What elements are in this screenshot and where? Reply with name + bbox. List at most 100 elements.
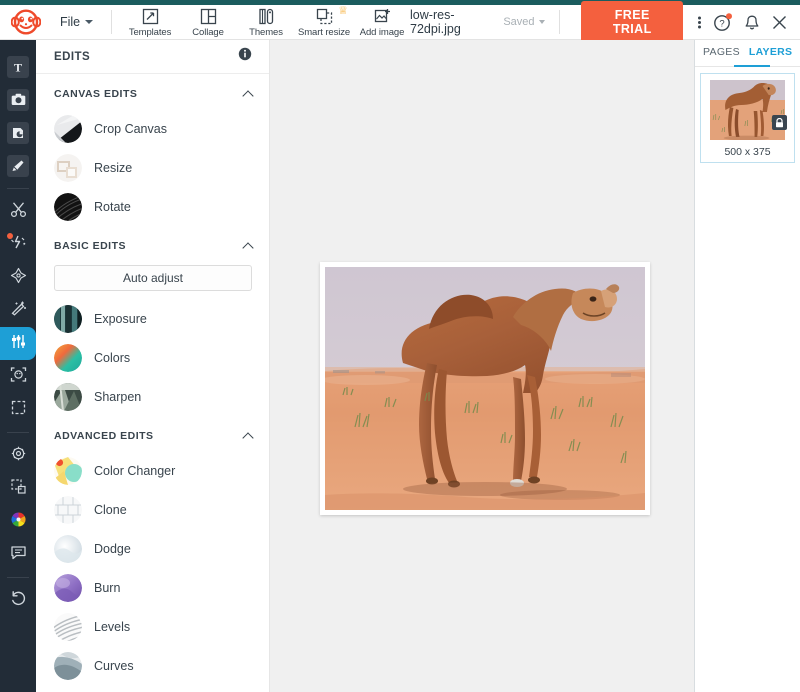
info-icon[interactable]	[238, 47, 252, 66]
templates-icon	[142, 6, 159, 25]
color-wheel-icon	[10, 511, 27, 533]
edit-item-exposure[interactable]: Exposure	[36, 299, 269, 338]
edit-item-burn[interactable]: Burn	[36, 568, 269, 607]
wand-stars-icon	[10, 300, 27, 322]
rail-item-graphics[interactable]	[0, 116, 36, 149]
layer-edge-right	[785, 80, 789, 140]
section-canvas-edits-header[interactable]: CANVAS EDITS	[36, 74, 269, 109]
edit-item-dodge[interactable]: Dodge	[36, 529, 269, 568]
clone-thumb	[54, 496, 82, 524]
smart-resize-label: Smart resize	[298, 27, 350, 38]
templates-button[interactable]: Templates	[122, 5, 178, 39]
edit-item-label: Exposure	[94, 312, 147, 326]
canvas-workspace[interactable]	[270, 40, 694, 692]
graphics-icon	[7, 122, 29, 144]
section-title: ADVANCED EDITS	[54, 430, 154, 442]
crop-canvas-thumb	[54, 115, 82, 143]
rail-item-effects[interactable]	[0, 228, 36, 261]
rail-item-face-detect[interactable]	[0, 360, 36, 393]
themes-button[interactable]: Themes	[238, 5, 294, 39]
notifications-bell-icon[interactable]	[744, 14, 760, 31]
section-advanced-edits-header[interactable]: ADVANCED EDITS	[36, 416, 269, 451]
edit-item-label: Rotate	[94, 200, 131, 214]
header-icon-group: ?	[697, 12, 788, 32]
rail-item-textures[interactable]	[0, 261, 36, 294]
rail-item-cutout[interactable]	[0, 195, 36, 228]
edit-item-rotate[interactable]: Rotate	[36, 187, 269, 226]
add-image-button[interactable]: Add image	[354, 5, 410, 39]
rail-item-edits[interactable]	[0, 327, 36, 360]
text-icon: T	[7, 56, 29, 78]
rail-item-paint[interactable]	[0, 149, 36, 182]
face-detect-icon	[10, 366, 27, 388]
add-image-label: Add image	[360, 27, 405, 38]
edit-item-label: Crop Canvas	[94, 122, 167, 136]
chevron-up-icon	[242, 432, 253, 443]
rail-separator	[7, 188, 29, 189]
colors-thumb	[54, 344, 82, 372]
file-menu-button[interactable]: File	[52, 12, 101, 32]
edit-item-resize[interactable]: Resize	[36, 148, 269, 187]
edit-item-colors[interactable]: Colors	[36, 338, 269, 377]
more-options-icon[interactable]	[697, 14, 702, 31]
edit-item-levels[interactable]: Levels	[36, 607, 269, 646]
collage-icon	[200, 6, 217, 25]
rail-item-transform[interactable]	[0, 472, 36, 505]
edit-item-label: Sharpen	[94, 390, 141, 404]
curves-thumb	[54, 652, 82, 680]
lock-icon[interactable]	[772, 115, 787, 130]
tab-pages[interactable]: PAGES	[703, 46, 740, 60]
page-title: EDITS	[54, 51, 90, 63]
picmonkey-editor-window: File Templates	[0, 0, 800, 692]
rail-item-comments[interactable]	[0, 538, 36, 571]
rail-item-touch-up[interactable]	[0, 294, 36, 327]
help-icon[interactable]: ?	[713, 12, 733, 32]
rail-item-color-wheel[interactable]	[0, 505, 36, 538]
premium-crown-icon: ♕	[338, 6, 348, 17]
collage-button[interactable]: Collage	[180, 5, 236, 39]
crop-square-icon	[10, 399, 27, 421]
rail-item-crop[interactable]	[0, 393, 36, 426]
edit-item-crop-canvas[interactable]: Crop Canvas	[36, 109, 269, 148]
rail-item-photo[interactable]	[0, 83, 36, 116]
image-canvas[interactable]	[320, 262, 650, 515]
edit-item-color-changer[interactable]: Color Changer	[36, 451, 269, 490]
chevron-up-icon	[242, 90, 253, 101]
chevron-up-icon	[242, 242, 253, 253]
section-basic-edits-header[interactable]: BASIC EDITS	[36, 226, 269, 261]
file-menu-label: File	[60, 15, 80, 29]
layer-dimensions: 500 x 375	[706, 146, 789, 158]
rail-item-undo[interactable]	[0, 584, 36, 617]
tool-rail: T	[0, 40, 36, 692]
collage-label: Collage	[192, 27, 224, 38]
layers-panel: PAGES LAYERS ✕	[694, 40, 800, 692]
camel-layer-thumb	[706, 80, 789, 140]
close-icon[interactable]	[771, 14, 788, 31]
dodge-thumb	[54, 535, 82, 563]
free-trial-button[interactable]: FREE TRIAL	[581, 1, 683, 43]
edit-item-curves[interactable]: Curves	[36, 646, 269, 685]
save-status-dropdown[interactable]: Saved	[503, 16, 544, 28]
layer-item[interactable]: 500 x 375	[700, 73, 795, 163]
rail-separator	[7, 432, 29, 433]
auto-adjust-button[interactable]: Auto adjust	[54, 265, 252, 291]
chevron-down-icon	[85, 20, 93, 24]
tab-layers[interactable]: LAYERS	[749, 46, 792, 60]
smart-resize-button[interactable]: ♕ Smart resize	[296, 5, 352, 39]
edit-item-clone[interactable]: Clone	[36, 490, 269, 529]
edit-item-label: Color Changer	[94, 464, 175, 478]
app-header: File Templates	[0, 5, 800, 40]
rotate-thumb	[54, 193, 82, 221]
resize-thumb	[54, 154, 82, 182]
picmonkey-logo[interactable]	[0, 9, 52, 35]
svg-text:?: ?	[719, 19, 724, 30]
edits-panel: EDITS CANVAS EDITS	[36, 40, 270, 692]
edit-item-sharpen[interactable]: Sharpen	[36, 377, 269, 416]
templates-label: Templates	[129, 27, 171, 38]
edit-item-label: Resize	[94, 161, 132, 175]
edit-item-label: Dodge	[94, 542, 131, 556]
rail-item-settings[interactable]	[0, 439, 36, 472]
section-title: BASIC EDITS	[54, 240, 126, 252]
rail-item-text[interactable]: T	[0, 50, 36, 83]
themes-icon	[258, 6, 275, 25]
